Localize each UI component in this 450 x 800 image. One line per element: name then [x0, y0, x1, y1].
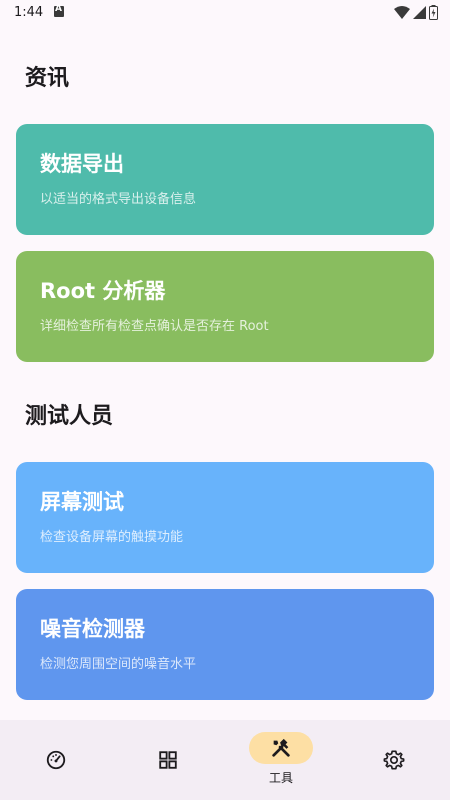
- speedometer-icon: [46, 750, 66, 770]
- nav-item-apps[interactable]: [112, 720, 224, 800]
- nav-item-tools[interactable]: 工具: [225, 720, 337, 800]
- battery-icon: [429, 5, 438, 20]
- bottom-navigation: 工具: [0, 720, 450, 800]
- status-icons: [394, 5, 438, 20]
- gear-icon: [383, 750, 405, 770]
- card-description: 详细检查所有检查点确认是否存在 Root: [40, 319, 269, 334]
- card-description: 以适当的格式导出设备信息: [40, 192, 197, 207]
- card-title: 屏幕测试: [40, 490, 124, 514]
- tools-icon: [272, 738, 290, 757]
- card-title: Root 分析器: [40, 279, 166, 303]
- card-description: 检查设备屏幕的触摸功能: [40, 530, 184, 545]
- nav-active-indicator: [249, 732, 313, 764]
- card-root-analyzer[interactable]: Root 分析器 详细检查所有检查点确认是否存在 Root: [16, 251, 434, 362]
- notification-icon: [54, 4, 64, 17]
- status-time: 1:44: [14, 5, 44, 20]
- card-description: 检测您周围空间的噪音水平: [40, 657, 197, 672]
- grid-icon: [159, 751, 177, 769]
- section-title-testers: 测试人员: [25, 404, 114, 429]
- wifi-icon: [394, 5, 410, 19]
- card-screen-test[interactable]: 屏幕测试 检查设备屏幕的触摸功能: [16, 462, 434, 573]
- card-title: 噪音检测器: [40, 617, 145, 641]
- nav-item-dashboard[interactable]: [0, 720, 112, 800]
- card-data-export[interactable]: 数据导出 以适当的格式导出设备信息: [16, 124, 434, 235]
- card-noise-detector[interactable]: 噪音检测器 检测您周围空间的噪音水平: [16, 589, 434, 700]
- nav-label-tools: 工具: [268, 771, 293, 785]
- section-title-info: 资讯: [25, 66, 70, 91]
- card-title: 数据导出: [40, 152, 124, 176]
- signal-icon: [413, 5, 426, 19]
- nav-item-settings[interactable]: [338, 720, 450, 800]
- status-bar: 1:44: [0, 0, 450, 26]
